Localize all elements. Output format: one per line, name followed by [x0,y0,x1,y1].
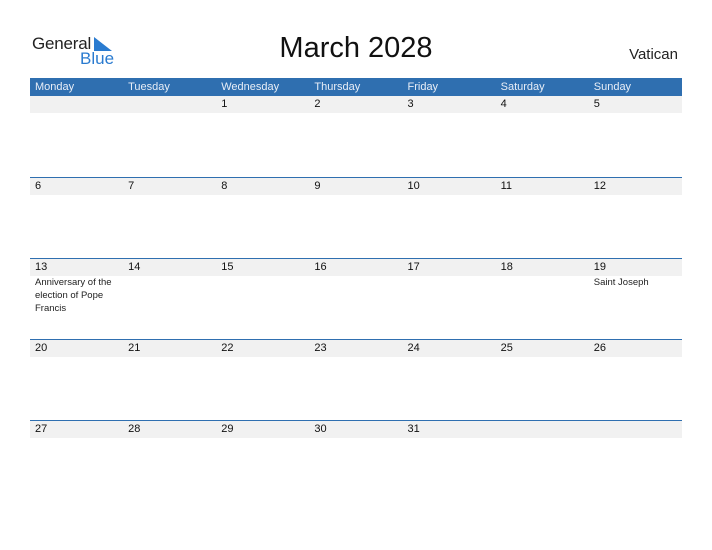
day-number-bar: 27 28 29 30 31 [30,421,682,438]
weekday-tuesday: Tuesday [128,81,170,93]
day-number: 1 [221,98,228,110]
day-number: 31 [407,423,420,435]
week-row: 13 14 15 16 17 18 19 Anniversary of the electio… [30,258,682,339]
weeks-container: 1 2 3 4 5 6 7 8 9 10 11 12 13 14 15 16 17 18 19 Anniversary… [30,96,682,501]
day-number: 13 [35,261,48,273]
weekday-saturday: Saturday [500,81,545,93]
day-number: 22 [221,342,234,354]
day-number [496,421,589,438]
day-number: 14 [128,261,141,273]
day-cell [123,276,216,315]
day-number: 16 [314,261,327,273]
day-number: 7 [128,180,135,192]
country-label: Vatican [629,46,678,63]
weekday-sunday: Sunday [593,81,632,93]
day-number: 17 [407,261,420,273]
week-row: 1 2 3 4 5 [30,96,682,177]
day-cell: Anniversary of the election of Pope Fran… [30,276,123,315]
day-number: 10 [407,180,420,192]
day-number: 26 [593,342,606,354]
calendar-grid: Monday Tuesday Wednesday Thursday Friday… [30,78,682,501]
week-row: 6 7 8 9 10 11 12 [30,177,682,258]
day-number: 28 [128,423,141,435]
day-number: 19 [593,261,606,273]
day-cell: Saint Joseph [589,276,682,315]
day-number [30,96,123,113]
weekday-friday: Friday [407,81,439,93]
day-number: 18 [500,261,513,273]
day-cell [309,276,402,315]
day-number: 24 [407,342,420,354]
day-number: 20 [35,342,48,354]
day-number: 27 [35,423,48,435]
day-cell [216,276,309,315]
calendar-title: March 2028 [279,32,433,64]
day-number: 23 [314,342,327,354]
day-cell [403,276,496,315]
day-number: 21 [128,342,141,354]
day-number-bar: 6 7 8 9 10 11 12 [30,178,682,195]
day-number: 2 [314,98,321,110]
day-number: 15 [221,261,234,273]
day-number: 6 [35,180,42,192]
event-cells: Anniversary of the election of Pope Fran… [30,276,682,315]
weekday-monday: Monday [35,81,75,93]
day-number: 9 [314,180,321,192]
day-number: 30 [314,423,327,435]
day-number: 8 [221,180,228,192]
day-number [123,96,216,113]
day-number: 3 [407,98,414,110]
weekday-wednesday: Wednesday [221,81,280,93]
day-number: 11 [500,180,513,192]
day-number-bar: 20 21 22 23 24 25 26 [30,340,682,357]
day-number: 29 [221,423,234,435]
holiday-event: Anniversary of the election of Pope Fran… [35,277,112,314]
holiday-event: Saint Joseph [593,277,649,288]
week-row: 20 21 22 23 24 25 26 [30,339,682,420]
week-row: 27 28 29 30 31 [30,420,682,501]
day-number: 12 [593,180,606,192]
weekday-thursday: Thursday [314,81,361,93]
day-number: 25 [500,342,513,354]
day-number-bar: 1 2 3 4 5 [30,96,682,113]
day-number [589,421,682,438]
weekday-header: Monday Tuesday Wednesday Thursday Friday… [30,78,682,96]
day-number-bar: 13 14 15 16 17 18 19 [30,259,682,276]
day-number: 4 [500,98,507,110]
day-number: 5 [593,98,600,110]
day-cell [496,276,589,315]
